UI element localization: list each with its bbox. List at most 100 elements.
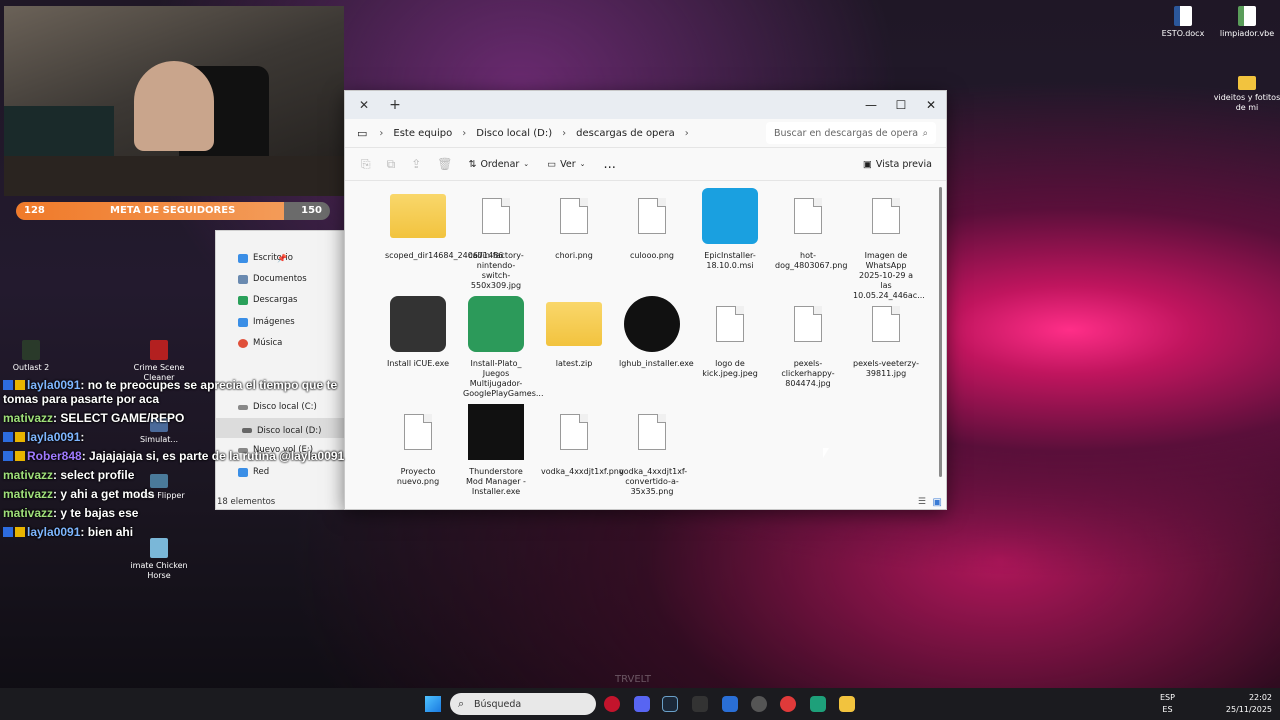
nav-item-descargas[interactable]: Descargas	[238, 295, 297, 305]
window-controls: — ☐ ✕	[856, 98, 946, 112]
file-item[interactable]: scoped_dir14684_240671486	[385, 185, 503, 261]
pictures-icon	[238, 317, 248, 327]
new-tab-icon[interactable]: +	[389, 97, 401, 113]
file-item[interactable]: Thunderstore Mod Manager - Installer.exe	[463, 401, 529, 497]
crown-badge-icon	[15, 527, 25, 537]
file-item[interactable]: vodka_4xxdjt1xf-convertido-a-35x35.png	[619, 401, 688, 497]
more-options-button[interactable]: ...	[604, 157, 616, 172]
desktop-icon-label: limpiador.vbe	[1219, 29, 1275, 38]
clock-date: 25/11/2025	[1225, 705, 1272, 714]
webcam-streamer	[134, 61, 214, 151]
documents-icon	[238, 274, 248, 284]
file-item[interactable]: cabin-factory-nintendo-switch-550x309.jp…	[463, 185, 529, 291]
xbox-icon[interactable]	[810, 696, 826, 712]
chevron-down-icon: ⌄	[523, 160, 530, 168]
windows-start-icon[interactable]	[425, 696, 441, 712]
file-item[interactable]: logo de kick.jpeg.jpeg	[697, 293, 763, 379]
nav-label: Documentos	[253, 274, 307, 284]
file-name: Install iCUE.exe	[386, 359, 450, 368]
file-name: logo de kick.jpeg.jpeg	[702, 359, 758, 378]
file-name: lghub_installer.exe	[619, 359, 694, 368]
copy-icon[interactable]: ⧉	[387, 157, 396, 172]
title-bar: ✕ + — ☐ ✕	[345, 91, 946, 119]
share-icon[interactable]: ⇪	[411, 157, 421, 171]
tab-close-icon[interactable]: ✕	[359, 98, 369, 112]
file-item[interactable]: latest.zip	[541, 293, 607, 369]
desktop-icon-crime-scene[interactable]: Crime Scene Cleaner	[124, 340, 194, 383]
obs-icon[interactable]	[751, 696, 767, 712]
file-item[interactable]: pexels-veeterzy-39811.jpg	[853, 293, 919, 379]
stream-chat: layla0091: no te preocupes se aprecia el…	[3, 378, 353, 544]
file-item[interactable]: Install-Plato_ Juegos Multijugador-Googl…	[463, 293, 544, 399]
steam-icon[interactable]	[662, 696, 678, 712]
monitor-icon: ▭	[357, 126, 368, 140]
nav-item-documentos[interactable]: Documentos	[238, 274, 307, 284]
file-item[interactable]: chori.png	[541, 185, 607, 261]
follower-goal-target: 150	[301, 205, 322, 216]
desktop-icon-esto-docx[interactable]: ESTO.docx	[1148, 6, 1218, 39]
scrollbar[interactable]	[939, 187, 942, 477]
nav-item-imagenes[interactable]: Imágenes	[238, 317, 295, 327]
file-name: vodka_4xxdjt1xf-convertido-a-35x35.png	[619, 467, 688, 496]
folder-icon	[387, 185, 449, 247]
nav-label: Imágenes	[253, 317, 295, 327]
desktop-icon-videitos[interactable]: videitos y fotitos de mi	[1212, 72, 1280, 113]
file-item[interactable]: EpicInstaller-18.10.0.msi	[697, 185, 763, 271]
taskbar-search[interactable]: ⌕ Búsqueda	[450, 693, 596, 715]
epic-games-icon[interactable]	[692, 696, 708, 712]
file-name: Install-Plato_ Juegos Multijugador-Googl…	[463, 359, 544, 398]
file-name: EpicInstaller-18.10.0.msi	[704, 251, 756, 270]
search-input[interactable]: Buscar en descargas de opera ⌕	[766, 122, 936, 144]
search-placeholder: Buscar en descargas de opera	[774, 127, 919, 139]
chat-username: layla0091	[27, 430, 81, 444]
tray-lang[interactable]: ESP ES	[1160, 692, 1175, 716]
thunderstore-icon	[465, 401, 527, 463]
nav-item-escritorio[interactable]: Escritorio 📌	[238, 253, 293, 263]
preview-pane-button[interactable]: ▣ Vista previa	[863, 159, 932, 170]
media-player-icon[interactable]	[780, 696, 796, 712]
file-item[interactable]: hot-dog_4803067.png	[775, 185, 847, 271]
google-play-games-icon	[465, 293, 527, 355]
desktop-icon-chicken-horse[interactable]: imate Chicken Horse	[124, 538, 194, 581]
file-item[interactable]: vodka_4xxdjt1xf.png	[541, 401, 624, 477]
file-name: chori.png	[555, 251, 593, 260]
app-icon[interactable]	[722, 696, 738, 712]
breadcrumb-disco-d[interactable]: Disco local (D:)	[476, 128, 552, 139]
discord-icon[interactable]	[634, 696, 650, 712]
nav-item-musica[interactable]: Música	[238, 338, 282, 348]
breadcrumb-descargas-opera[interactable]: descargas de opera	[576, 128, 675, 139]
opera-icon[interactable]	[604, 696, 620, 712]
chat-message: layla0091: bien ahi	[3, 525, 353, 539]
close-icon[interactable]: ✕	[916, 98, 946, 112]
crown-badge-icon	[15, 432, 25, 442]
follower-goal-bar: 128 META DE SEGUIDORES 150	[16, 202, 330, 220]
file-item[interactable]: Imagen de WhatsApp 2025-10-29 a las 10.0…	[853, 185, 925, 301]
details-view-icon[interactable]: ☰	[918, 497, 926, 507]
folder-icon	[1238, 76, 1256, 90]
tiles-view-icon[interactable]: ▣	[933, 497, 942, 508]
music-icon	[238, 338, 248, 348]
desktop-icon-limpiador[interactable]: limpiador.vbe	[1212, 6, 1280, 39]
maximize-icon[interactable]: ☐	[886, 98, 916, 112]
file-icon	[387, 401, 449, 463]
file-item[interactable]: culooo.png	[619, 185, 685, 261]
minimize-icon[interactable]: —	[856, 98, 886, 112]
file-item[interactable]: Proyecto nuevo.png	[385, 401, 451, 487]
desktop-icon-outlast2[interactable]: Outlast 2	[0, 340, 66, 373]
chat-message: layla0091:	[3, 430, 353, 444]
chat-username: Rober848	[27, 449, 82, 463]
tray-clock[interactable]: 22:02 25/11/2025	[1226, 692, 1272, 716]
chat-message: Rober848: Jajajajaja si, es parte de la …	[3, 449, 353, 463]
sort-button[interactable]: ⇅ Ordenar ⌄	[468, 159, 529, 170]
file-item[interactable]: lghub_installer.exe	[619, 293, 694, 369]
file-icon	[465, 185, 527, 247]
chat-username: mativazz	[3, 487, 54, 501]
file-explorer-taskbar-icon[interactable]	[839, 696, 855, 712]
delete-icon[interactable]: 🗑	[437, 157, 452, 171]
breadcrumb-este-equipo[interactable]: Este equipo	[393, 128, 452, 139]
file-item[interactable]: Install iCUE.exe	[385, 293, 451, 369]
view-button[interactable]: ▭ Ver ⌄	[547, 159, 585, 170]
cut-icon[interactable]: ⎘	[361, 157, 371, 172]
file-item[interactable]: pexels-clickerhappy-804474.jpg	[775, 293, 841, 389]
taskbar: ⌕ Búsqueda TRVELT ESP ES 22:02 25/11/202…	[0, 674, 1280, 720]
